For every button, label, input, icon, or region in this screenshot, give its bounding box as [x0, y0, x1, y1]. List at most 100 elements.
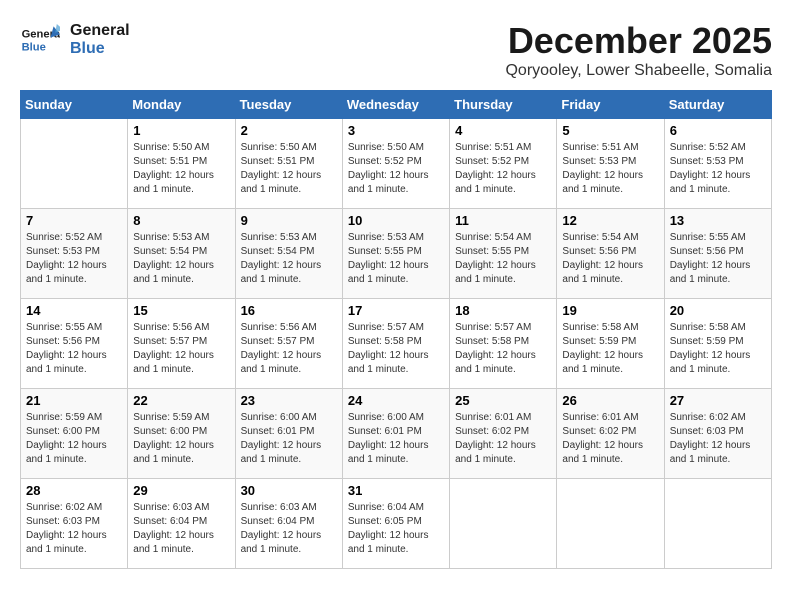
day-header-monday: Monday: [128, 91, 235, 119]
month-title: December 2025: [505, 20, 772, 62]
week-row-5: 28Sunrise: 6:02 AMSunset: 6:03 PMDayligh…: [21, 479, 772, 569]
day-info: Sunrise: 6:00 AMSunset: 6:01 PMDaylight:…: [348, 411, 444, 467]
day-cell: 18Sunrise: 5:57 AMSunset: 5:58 PMDayligh…: [450, 299, 557, 389]
day-number: 4: [455, 123, 551, 138]
day-number: 26: [562, 393, 658, 408]
day-info: Sunrise: 5:54 AMSunset: 5:56 PMDaylight:…: [562, 231, 658, 287]
day-cell: 4Sunrise: 5:51 AMSunset: 5:52 PMDaylight…: [450, 119, 557, 209]
day-info: Sunrise: 5:59 AMSunset: 6:00 PMDaylight:…: [133, 411, 229, 467]
day-number: 19: [562, 303, 658, 318]
day-info: Sunrise: 6:01 AMSunset: 6:02 PMDaylight:…: [562, 411, 658, 467]
day-cell: 26 Sunrise: 6:01 AMSunset: 6:02 PMDayligh…: [557, 389, 664, 479]
day-info: Sunrise: 6:01 AMSunset: 6:02 PMDaylight:…: [455, 411, 551, 467]
day-header-sunday: Sunday: [21, 91, 128, 119]
day-number: 8: [133, 213, 229, 228]
calendar-table: SundayMondayTuesdayWednesdayThursdayFrid…: [20, 90, 772, 569]
day-info: Sunrise: 6:04 AMSunset: 6:05 PMDaylight:…: [348, 501, 444, 557]
day-number: 20: [670, 303, 766, 318]
day-number: 11: [455, 213, 551, 228]
day-cell: 25 Sunrise: 6:01 AMSunset: 6:02 PMDayligh…: [450, 389, 557, 479]
day-info: Sunrise: 5:51 AMSunset: 5:53 PMDaylight:…: [562, 141, 658, 197]
day-number: 30: [241, 483, 337, 498]
day-number: 27: [670, 393, 766, 408]
day-info: Sunrise: 5:50 AMSunset: 5:51 PMDaylight:…: [241, 141, 337, 197]
day-cell: 11 Sunrise: 5:54 AMSunset: 5:55 PMDayligh…: [450, 209, 557, 299]
day-header-friday: Friday: [557, 91, 664, 119]
day-cell: 27 Sunrise: 6:02 AMSunset: 6:03 PMDayligh…: [664, 389, 771, 479]
day-header-row: SundayMondayTuesdayWednesdayThursdayFrid…: [21, 91, 772, 119]
day-cell: 7Sunrise: 5:52 AMSunset: 5:53 PMDaylight…: [21, 209, 128, 299]
day-number: 24: [348, 393, 444, 408]
day-cell: 21 Sunrise: 5:59 AMSunset: 6:00 PMDayligh…: [21, 389, 128, 479]
day-number: 6: [670, 123, 766, 138]
day-cell: 8 Sunrise: 5:53 AMSunset: 5:54 PMDaylight…: [128, 209, 235, 299]
week-row-2: 7Sunrise: 5:52 AMSunset: 5:53 PMDaylight…: [21, 209, 772, 299]
day-cell: 15Sunrise: 5:56 AMSunset: 5:57 PMDayligh…: [128, 299, 235, 389]
day-info: Sunrise: 6:03 AMSunset: 6:04 PMDaylight:…: [241, 501, 337, 557]
week-row-4: 21 Sunrise: 5:59 AMSunset: 6:00 PMDayligh…: [21, 389, 772, 479]
day-cell: 9 Sunrise: 5:53 AMSunset: 5:54 PMDaylight…: [235, 209, 342, 299]
day-info: Sunrise: 5:54 AMSunset: 5:55 PMDaylight:…: [455, 231, 551, 287]
week-row-1: 1 Sunrise: 5:50 AMSunset: 5:51 PMDaylight…: [21, 119, 772, 209]
day-number: 15: [133, 303, 229, 318]
day-cell: 16Sunrise: 5:56 AMSunset: 5:57 PMDayligh…: [235, 299, 342, 389]
day-number: 3: [348, 123, 444, 138]
day-number: 21: [26, 393, 122, 408]
day-number: 5: [562, 123, 658, 138]
day-header-wednesday: Wednesday: [342, 91, 449, 119]
day-info: Sunrise: 5:59 AMSunset: 6:00 PMDaylight:…: [26, 411, 122, 467]
day-cell: 19 Sunrise: 5:58 AMSunset: 5:59 PMDayligh…: [557, 299, 664, 389]
day-cell: 23 Sunrise: 6:00 AMSunset: 6:01 PMDayligh…: [235, 389, 342, 479]
week-row-3: 14Sunrise: 5:55 AMSunset: 5:56 PMDayligh…: [21, 299, 772, 389]
day-info: Sunrise: 5:55 AMSunset: 5:56 PMDaylight:…: [670, 231, 766, 287]
day-number: 25: [455, 393, 551, 408]
day-cell: [557, 479, 664, 569]
day-info: Sunrise: 5:53 AMSunset: 5:54 PMDaylight:…: [133, 231, 229, 287]
day-number: 23: [241, 393, 337, 408]
day-info: Sunrise: 5:57 AMSunset: 5:58 PMDaylight:…: [348, 321, 444, 377]
subtitle: Qoryooley, Lower Shabeelle, Somalia: [505, 62, 772, 80]
day-number: 29: [133, 483, 229, 498]
day-cell: 5 Sunrise: 5:51 AMSunset: 5:53 PMDaylight…: [557, 119, 664, 209]
day-number: 22: [133, 393, 229, 408]
day-number: 31: [348, 483, 444, 498]
day-cell: 31 Sunrise: 6:04 AMSunset: 6:05 PMDayligh…: [342, 479, 449, 569]
day-info: Sunrise: 5:52 AMSunset: 5:53 PMDaylight:…: [670, 141, 766, 197]
day-info: Sunrise: 5:58 AMSunset: 5:59 PMDaylight:…: [562, 321, 658, 377]
day-cell: 28Sunrise: 6:02 AMSunset: 6:03 PMDayligh…: [21, 479, 128, 569]
logo-icon: General Blue: [20, 20, 60, 60]
day-cell: [21, 119, 128, 209]
day-cell: 12Sunrise: 5:54 AMSunset: 5:56 PMDayligh…: [557, 209, 664, 299]
title-area: December 2025 Qoryooley, Lower Shabeelle…: [505, 20, 772, 80]
day-header-saturday: Saturday: [664, 91, 771, 119]
day-number: 9: [241, 213, 337, 228]
day-info: Sunrise: 6:02 AMSunset: 6:03 PMDaylight:…: [670, 411, 766, 467]
day-cell: 14Sunrise: 5:55 AMSunset: 5:56 PMDayligh…: [21, 299, 128, 389]
header: General Blue General Blue December 2025 …: [20, 20, 772, 80]
day-number: 1: [133, 123, 229, 138]
day-info: Sunrise: 6:02 AMSunset: 6:03 PMDaylight:…: [26, 501, 122, 557]
day-info: Sunrise: 5:50 AMSunset: 5:51 PMDaylight:…: [133, 141, 229, 197]
logo-blue: Blue: [70, 40, 130, 58]
logo-general: General: [70, 22, 130, 40]
day-cell: 2 Sunrise: 5:50 AMSunset: 5:51 PMDaylight…: [235, 119, 342, 209]
day-cell: 30 Sunrise: 6:03 AMSunset: 6:04 PMDayligh…: [235, 479, 342, 569]
day-cell: [450, 479, 557, 569]
day-number: 16: [241, 303, 337, 318]
day-cell: 29 Sunrise: 6:03 AMSunset: 6:04 PMDayligh…: [128, 479, 235, 569]
day-cell: 3 Sunrise: 5:50 AMSunset: 5:52 PMDaylight…: [342, 119, 449, 209]
day-info: Sunrise: 6:03 AMSunset: 6:04 PMDaylight:…: [133, 501, 229, 557]
day-number: 18: [455, 303, 551, 318]
day-cell: 6 Sunrise: 5:52 AMSunset: 5:53 PMDaylight…: [664, 119, 771, 209]
day-number: 2: [241, 123, 337, 138]
day-info: Sunrise: 5:53 AMSunset: 5:55 PMDaylight:…: [348, 231, 444, 287]
day-info: Sunrise: 5:50 AMSunset: 5:52 PMDaylight:…: [348, 141, 444, 197]
day-number: 14: [26, 303, 122, 318]
day-info: Sunrise: 5:53 AMSunset: 5:54 PMDaylight:…: [241, 231, 337, 287]
day-number: 13: [670, 213, 766, 228]
day-cell: 24 Sunrise: 6:00 AMSunset: 6:01 PMDayligh…: [342, 389, 449, 479]
day-info: Sunrise: 5:58 AMSunset: 5:59 PMDaylight:…: [670, 321, 766, 377]
day-cell: [664, 479, 771, 569]
day-cell: 20 Sunrise: 5:58 AMSunset: 5:59 PMDayligh…: [664, 299, 771, 389]
day-info: Sunrise: 6:00 AMSunset: 6:01 PMDaylight:…: [241, 411, 337, 467]
